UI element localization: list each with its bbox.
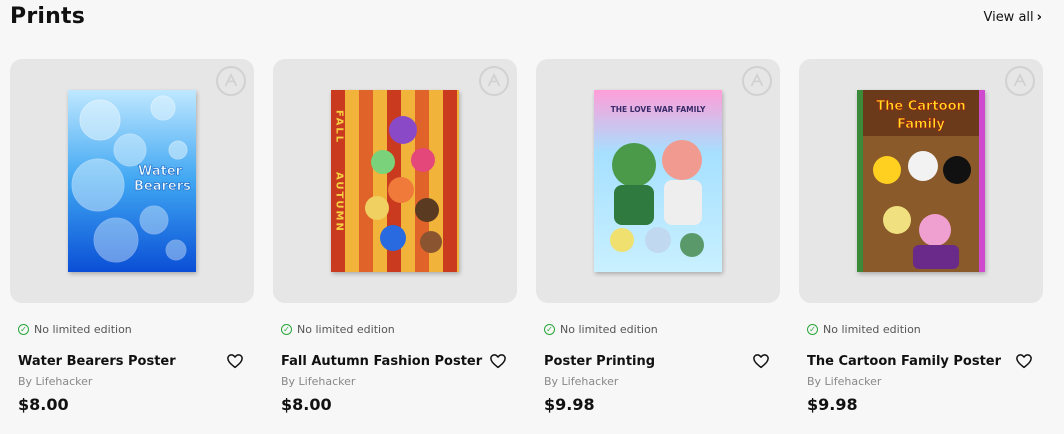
poster-title-line-1: FALL xyxy=(334,110,345,144)
edition-status: ✓ No limited edition xyxy=(18,323,254,336)
check-circle-icon: ✓ xyxy=(807,324,818,335)
brand-logo-icon xyxy=(479,66,509,96)
brand-logo-icon xyxy=(1005,66,1035,96)
product-price: $8.00 xyxy=(281,395,332,414)
heart-icon[interactable] xyxy=(1015,352,1033,370)
poster-title-line-2: AUTUMN xyxy=(334,172,345,233)
edition-label: No limited edition xyxy=(297,323,395,336)
brand-logo-icon xyxy=(216,66,246,96)
heart-icon[interactable] xyxy=(489,352,507,370)
section-title: Prints xyxy=(10,4,85,29)
product-name[interactable]: Water Bearers Poster xyxy=(18,354,176,369)
poster-title-line-1: The Cartoon xyxy=(876,99,966,114)
product-grid: Water Bearers ✓ No limited edition Water… xyxy=(10,59,1054,414)
brand-logo-icon xyxy=(742,66,772,96)
product-author[interactable]: By Lifehacker xyxy=(544,375,780,388)
poster-title-line-2: Family xyxy=(897,117,945,132)
poster-title-line-2: Bearers xyxy=(134,179,191,194)
product-name[interactable]: Fall Autumn Fashion Poster xyxy=(281,354,482,369)
edition-label: No limited edition xyxy=(560,323,658,336)
product-image-frame[interactable]: Water Bearers xyxy=(10,59,254,303)
product-name[interactable]: Poster Printing xyxy=(544,354,655,369)
poster-love-war-family-image: THE LOVE WAR FAMILY xyxy=(594,90,722,272)
product-card[interactable]: THE LOVE WAR FAMILY ✓ No limited edition… xyxy=(536,59,780,414)
edition-status: ✓ No limited edition xyxy=(281,323,517,336)
heart-icon[interactable] xyxy=(752,352,770,370)
product-author[interactable]: By Lifehacker xyxy=(807,375,1043,388)
poster-title-line-1: THE LOVE WAR FAMILY xyxy=(611,105,706,114)
edition-label: No limited edition xyxy=(34,323,132,336)
product-name[interactable]: The Cartoon Family Poster xyxy=(807,354,1001,369)
product-price: $9.98 xyxy=(807,395,858,414)
view-all-label: View all xyxy=(983,10,1034,25)
product-author[interactable]: By Lifehacker xyxy=(18,375,254,388)
product-card[interactable]: Water Bearers ✓ No limited edition Water… xyxy=(10,59,254,414)
product-image-frame[interactable]: FALL AUTUMN xyxy=(273,59,517,303)
product-card[interactable]: The Cartoon Family ✓ No limited edition … xyxy=(799,59,1043,414)
poster-water-bearers-image: Water Bearers xyxy=(68,90,196,272)
check-circle-icon: ✓ xyxy=(544,324,555,335)
product-card[interactable]: FALL AUTUMN ✓ No limited edition Fall Au… xyxy=(273,59,517,414)
poster-fall-autumn-image: FALL AUTUMN xyxy=(331,90,459,272)
edition-label: No limited edition xyxy=(823,323,921,336)
product-price: $9.98 xyxy=(544,395,595,414)
heart-icon[interactable] xyxy=(226,352,244,370)
poster-cartoon-family-image: The Cartoon Family xyxy=(857,90,985,272)
check-circle-icon: ✓ xyxy=(281,324,292,335)
edition-status: ✓ No limited edition xyxy=(807,323,1043,336)
product-price: $8.00 xyxy=(18,395,69,414)
product-author[interactable]: By Lifehacker xyxy=(281,375,517,388)
check-circle-icon: ✓ xyxy=(18,324,29,335)
product-image-frame[interactable]: The Cartoon Family xyxy=(799,59,1043,303)
view-all-link[interactable]: View all › xyxy=(983,10,1042,25)
product-image-frame[interactable]: THE LOVE WAR FAMILY xyxy=(536,59,780,303)
edition-status: ✓ No limited edition xyxy=(544,323,780,336)
poster-title-line-1: Water xyxy=(138,164,183,179)
chevron-right-icon: › xyxy=(1036,10,1042,25)
